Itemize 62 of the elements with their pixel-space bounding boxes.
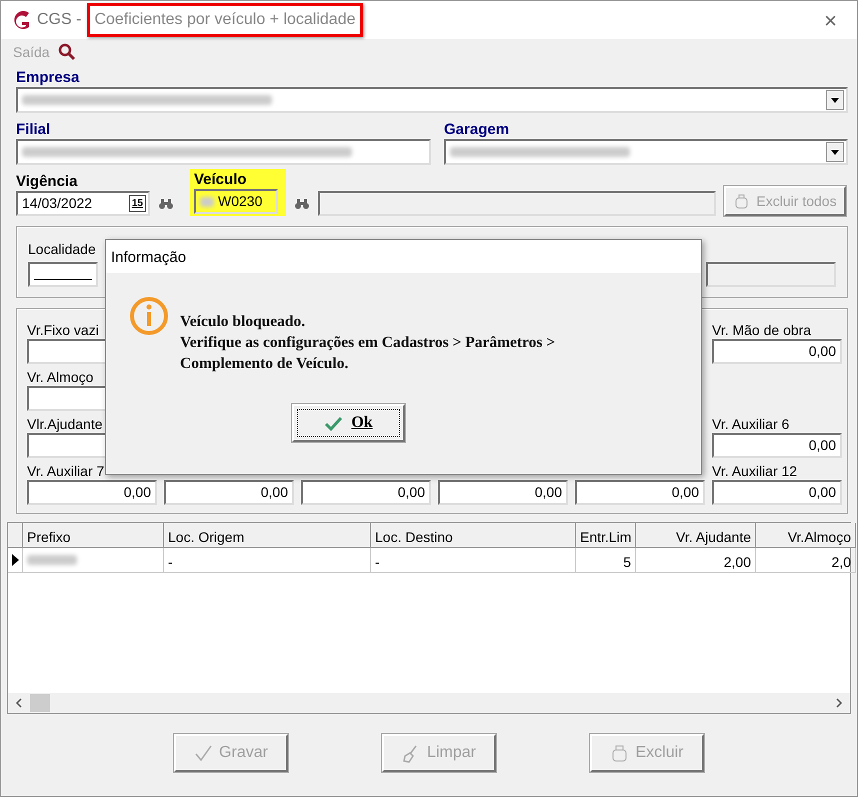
- ok-button[interactable]: Ok: [292, 404, 405, 442]
- field-label: Vr. Auxiliar 6: [712, 416, 790, 433]
- field-label: Vlr.Ajudante: [27, 416, 104, 433]
- field-label: Vr. Mão de obra: [712, 322, 812, 339]
- dropdown-field[interactable]: [444, 139, 848, 165]
- scroll-left-icon[interactable]: [14, 697, 24, 709]
- vehicle-field[interactable]: W0230: [194, 189, 278, 214]
- dropdown-field[interactable]: [16, 87, 848, 113]
- scrollbar-thumb[interactable]: [30, 694, 50, 712]
- field-label: Veículo: [194, 171, 248, 189]
- search-icon[interactable]: [58, 43, 76, 61]
- blurred-text: [27, 555, 77, 565]
- close-button[interactable]: ×: [818, 2, 843, 38]
- dialog-title: Informação: [106, 240, 701, 273]
- field-label: Empresa: [16, 69, 80, 87]
- check-icon: [324, 414, 344, 432]
- table-cell: -: [164, 548, 371, 573]
- value-field[interactable]: 0,00: [575, 480, 705, 505]
- blurred-text: [200, 196, 214, 206]
- app-name: CGS -: [37, 10, 82, 30]
- column-header[interactable]: Entr.Lim: [576, 523, 636, 548]
- value-field[interactable]: 0,00: [712, 433, 842, 458]
- value-field[interactable]: 0,00: [301, 480, 431, 505]
- value-field[interactable]: 0,00: [164, 480, 294, 505]
- date-field[interactable]: 14/03/2022 15: [16, 191, 150, 216]
- field-label: Vr.Fixo vazi: [27, 322, 100, 339]
- scroll-right-icon[interactable]: [834, 697, 844, 709]
- value-field[interactable]: 0,00: [27, 480, 157, 505]
- dropdown-field[interactable]: [16, 139, 431, 165]
- value-field[interactable]: 0,00: [438, 480, 568, 505]
- trash-icon: [610, 744, 630, 762]
- table-cell: 2,00: [636, 548, 756, 573]
- check-icon: [194, 744, 214, 762]
- calendar-button[interactable]: 15: [128, 195, 146, 212]
- column-header[interactable]: Vr. Ajudante: [636, 523, 756, 548]
- window-title: Coeficientes por veículo + localidade: [87, 3, 362, 37]
- field-label: Vr. Auxiliar 12: [712, 463, 798, 480]
- column-header[interactable]: Vr.Almoço: [756, 523, 856, 548]
- caret-icon: [829, 147, 841, 157]
- field-label: Garagem: [444, 121, 510, 139]
- field-label: Vigência: [16, 173, 78, 191]
- locality-field[interactable]: [28, 262, 98, 287]
- binoculars-icon[interactable]: [158, 197, 174, 210]
- field-label: Vr. Almoço: [27, 369, 94, 386]
- caret-icon: [829, 95, 841, 105]
- field-label: Localidade: [28, 241, 97, 258]
- dropdown-button[interactable]: [826, 142, 844, 162]
- column-header[interactable]: Loc. Destino: [371, 523, 576, 548]
- value-field[interactable]: 0,00: [712, 339, 842, 364]
- table-cell: 5: [576, 548, 636, 573]
- value-field[interactable]: 0,00: [712, 480, 842, 505]
- column-header[interactable]: Prefixo: [23, 523, 164, 548]
- field-label: Vr. Auxiliar 7: [27, 463, 106, 480]
- binoculars-icon[interactable]: [294, 197, 310, 210]
- info-icon: [128, 295, 170, 337]
- dialog-message: Veículo bloqueado. Verifique as configurações em Cadastros > Parâmetros > Complemento de Veículo.: [180, 312, 556, 374]
- table-cell: -: [371, 548, 576, 573]
- dropdown-button[interactable]: [826, 90, 844, 110]
- trash-icon: [733, 192, 750, 210]
- field-label: Filial: [16, 121, 52, 139]
- column-header[interactable]: Loc. Origem: [164, 523, 371, 548]
- table-cell: 2,0: [756, 548, 856, 573]
